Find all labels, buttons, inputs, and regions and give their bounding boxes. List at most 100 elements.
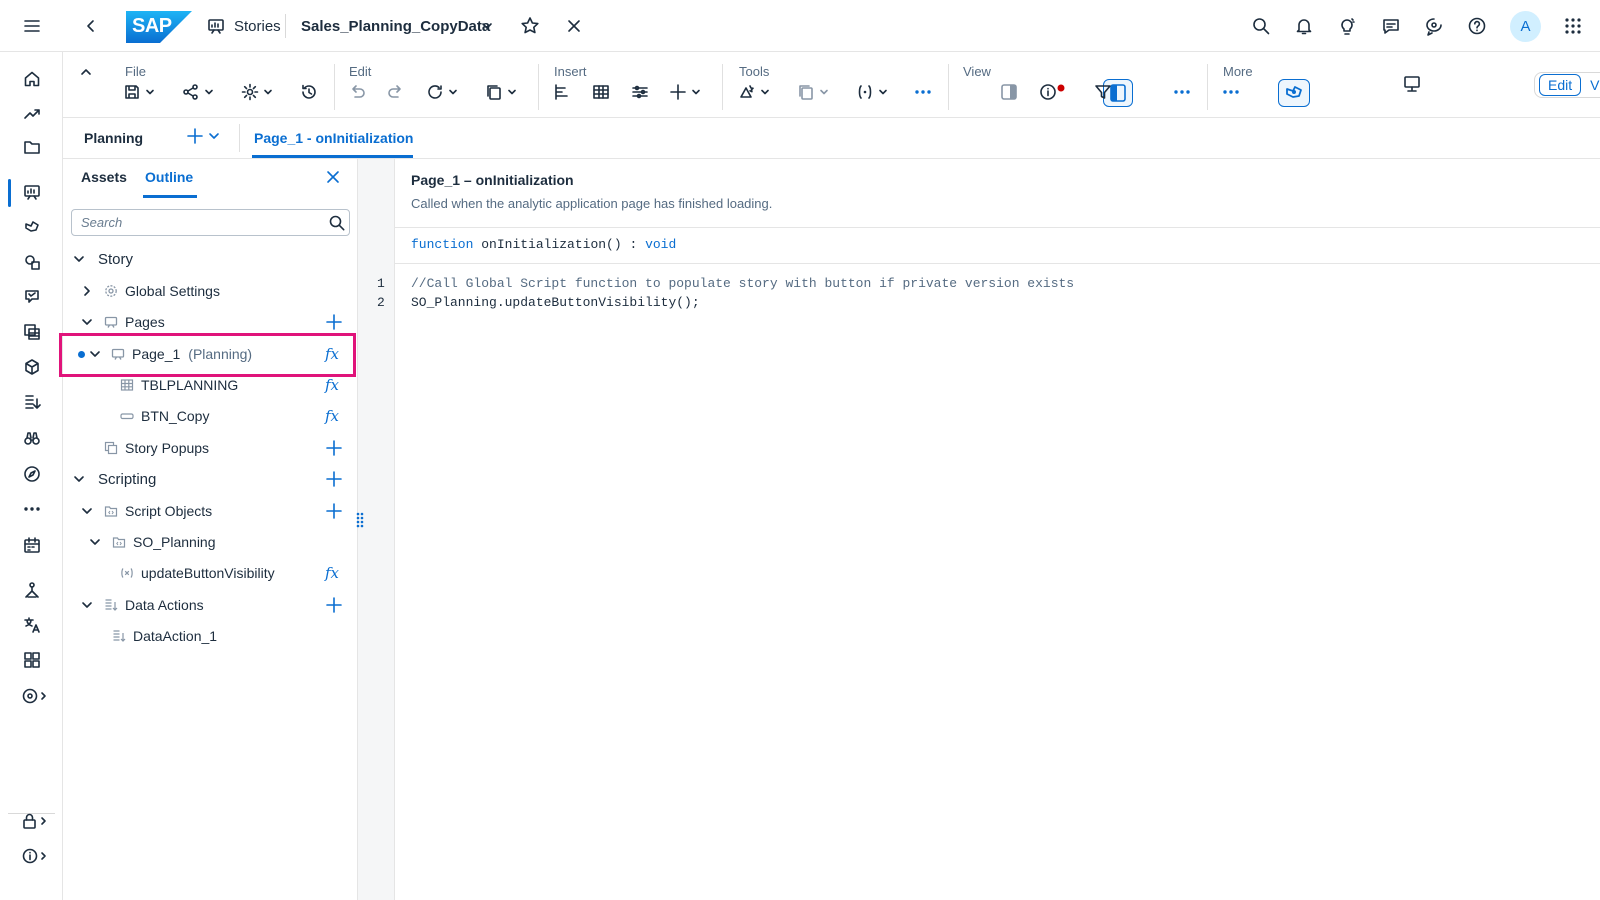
formula-variable-button[interactable] [856, 80, 888, 104]
app-grid-icon[interactable] [1560, 13, 1586, 39]
favorite-star-icon[interactable] [517, 13, 543, 39]
tree-node-tblplanning[interactable]: TBLPLANNING [120, 371, 238, 399]
chevron-down-icon[interactable] [81, 316, 93, 328]
history-icon[interactable] [300, 80, 318, 104]
outline-search-input[interactable] [72, 210, 322, 235]
just-ask-bulb-icon[interactable] [1334, 13, 1360, 39]
data-actions-icon[interactable] [19, 389, 45, 415]
undo-icon[interactable] [348, 80, 366, 104]
stories-icon[interactable] [203, 13, 229, 39]
collapse-toolbar-icon[interactable] [79, 60, 93, 84]
modeler-cube-icon[interactable] [19, 354, 45, 380]
close-story-icon[interactable] [561, 13, 587, 39]
tree-node-btn-copy[interactable]: BTN_Copy [120, 402, 209, 430]
translation-icon[interactable] [19, 612, 45, 638]
more-nav-icon[interactable] [19, 496, 45, 522]
tree-node-global-settings[interactable]: Global Settings [81, 277, 220, 305]
tree-node-page-1[interactable]: Page_1 (Planning) [78, 340, 252, 368]
tools-more-icon[interactable] [914, 80, 932, 104]
refresh-button[interactable] [426, 80, 458, 104]
chevron-down-icon[interactable] [89, 348, 101, 360]
code-line[interactable]: SO_Planning.updateButtonVisibility(); [411, 295, 700, 310]
more-actions-icon[interactable] [1222, 80, 1240, 104]
tree-node-update-button-visibility[interactable]: updateButtonVisibility [120, 559, 275, 587]
add-popup-plus-icon[interactable] [325, 439, 343, 457]
help-icon[interactable] [1464, 13, 1490, 39]
security-lock-icon[interactable] [19, 808, 49, 834]
system-settings-expand-icon[interactable] [19, 683, 49, 709]
settings-gear-button[interactable] [241, 80, 273, 104]
insert-table-icon[interactable] [592, 80, 610, 104]
stories-nav-icon[interactable] [19, 179, 45, 205]
menu-icon[interactable] [19, 13, 45, 39]
conditional-formatting-button[interactable] [738, 80, 770, 104]
chevron-down-icon[interactable] [474, 13, 500, 39]
back-icon[interactable] [78, 13, 104, 39]
notifications-bell-icon[interactable] [1291, 13, 1317, 39]
view-mode-button[interactable]: View [1590, 77, 1600, 93]
insert-input-control-icon[interactable] [631, 80, 649, 104]
tree-node-scripting[interactable]: Scripting [73, 465, 156, 493]
filter-icon[interactable] [1094, 80, 1112, 104]
chevron-down-icon[interactable] [73, 473, 85, 485]
explorer-toggle-button[interactable] [1278, 79, 1310, 107]
copy-to-button[interactable] [797, 80, 829, 104]
tree-node-so-planning[interactable]: SO_Planning [89, 528, 216, 556]
collaboration-chat-icon[interactable] [1421, 13, 1447, 39]
insert-add-button[interactable] [669, 80, 701, 104]
tab-assets[interactable]: Assets [81, 169, 127, 185]
tab-outline[interactable]: Outline [145, 169, 193, 185]
content-network-icon[interactable] [19, 647, 45, 673]
user-avatar[interactable]: A [1510, 11, 1541, 42]
add-scripting-plus-icon[interactable] [325, 470, 343, 488]
edit-mode-button[interactable]: Edit [1539, 74, 1582, 96]
add-page-plus-icon[interactable] [325, 313, 343, 331]
story-title[interactable]: Sales_Planning_CopyData [301, 18, 490, 35]
connections-icon[interactable] [19, 577, 45, 603]
edit-script-fx-icon[interactable]: fx [325, 407, 343, 425]
chevron-down-icon[interactable] [73, 253, 85, 265]
edit-script-fx-icon[interactable]: fx [325, 345, 343, 363]
present-screen-icon[interactable] [1402, 72, 1422, 96]
close-panel-icon[interactable] [325, 169, 341, 185]
redo-icon[interactable] [387, 80, 405, 104]
explorer-binoculars-icon[interactable] [19, 425, 45, 451]
analytic-designer-icon[interactable] [19, 214, 45, 240]
chevron-down-icon[interactable] [81, 599, 93, 611]
comments-icon[interactable] [1378, 13, 1404, 39]
chevron-right-icon[interactable] [81, 285, 93, 297]
tree-node-script-objects[interactable]: Script Objects [81, 497, 212, 525]
edit-script-fx-icon[interactable]: fx [325, 564, 343, 582]
chevron-down-icon[interactable] [89, 536, 101, 548]
tab-oninitialization-script[interactable]: Page_1 - onInitialization [254, 130, 413, 146]
panel-resize-grip-icon[interactable] [356, 512, 364, 528]
info-expand-icon[interactable] [19, 843, 49, 869]
add-data-action-plus-icon[interactable] [325, 596, 343, 614]
save-button[interactable] [123, 80, 155, 104]
tree-node-data-actions[interactable]: Data Actions [81, 591, 204, 619]
right-panel-toggle-icon[interactable] [1000, 80, 1018, 104]
tab-planning-page[interactable]: Planning [84, 130, 143, 146]
chevron-down-icon[interactable] [81, 505, 93, 517]
insert-chart-icon[interactable] [553, 80, 571, 104]
home-icon[interactable] [19, 66, 45, 92]
add-page-button[interactable] [186, 127, 220, 145]
search-icon[interactable] [1248, 13, 1274, 39]
add-script-object-plus-icon[interactable] [325, 502, 343, 520]
digital-boardroom-icon[interactable] [19, 249, 45, 275]
datasets-icon[interactable] [19, 319, 45, 345]
compass-icon[interactable] [19, 461, 45, 487]
info-status-icon[interactable] [1039, 80, 1069, 104]
tree-node-story-popups[interactable]: Story Popups [104, 434, 209, 462]
files-folder-icon[interactable] [19, 134, 45, 160]
code-line[interactable]: //Call Global Script function to populat… [411, 276, 1074, 291]
tree-node-pages[interactable]: Pages [81, 308, 165, 336]
search-icon[interactable] [328, 214, 346, 232]
data-analyzer-icon[interactable] [19, 284, 45, 310]
share-button[interactable] [182, 80, 214, 104]
view-more-icon[interactable] [1173, 80, 1191, 104]
trend-icon[interactable] [19, 100, 45, 126]
edit-script-fx-icon[interactable]: fx [325, 376, 343, 394]
tree-node-story[interactable]: Story [73, 245, 133, 273]
stories-breadcrumb[interactable]: Stories [234, 18, 281, 35]
